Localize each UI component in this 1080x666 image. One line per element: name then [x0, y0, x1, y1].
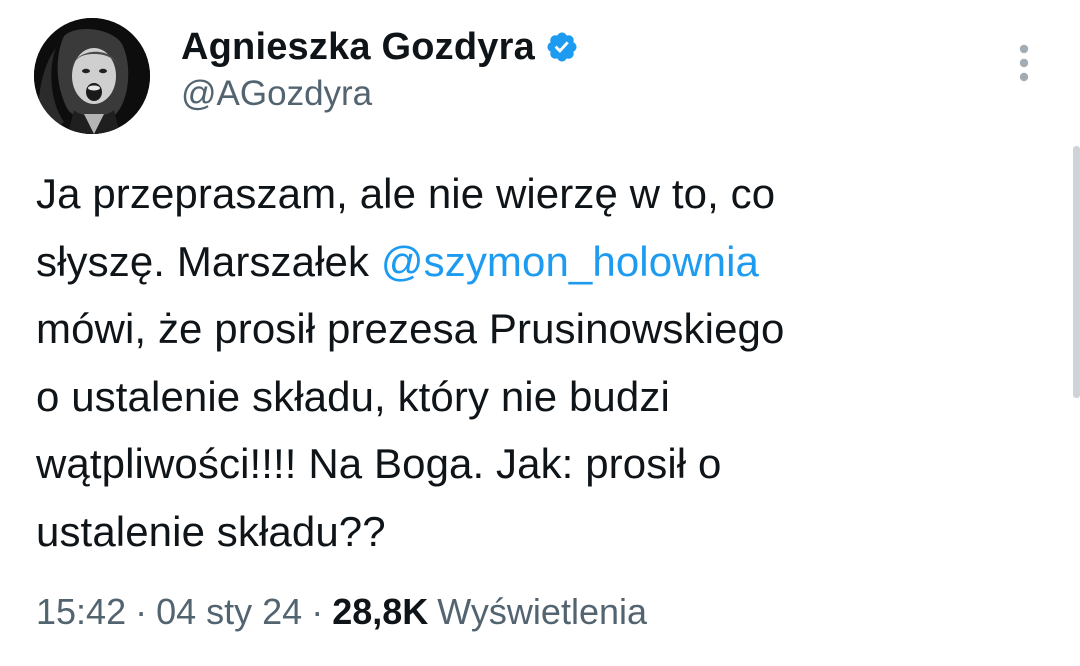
tweet-text-segment: o ustalenie składu, który nie budzi [36, 372, 670, 420]
tweet-text-line: mówi, że prosił prezesa Prusinowskiego [36, 295, 1046, 363]
meta-separator: · [311, 591, 324, 632]
author-display-name[interactable]: Agnieszka Gozdyra [181, 26, 535, 69]
views-label: Wyświetlenia [437, 591, 648, 632]
tweet-meta: 15:42 · 04 sty 24 · 28,8K Wyświetlenia [36, 591, 647, 633]
tweet-text: Ja przepraszam, ale nie wierzę w to, co s… [36, 160, 1046, 565]
tweet-text-segment: ustalenie składu?? [36, 507, 386, 555]
scrollbar[interactable] [1073, 146, 1080, 398]
tweet-time[interactable]: 15:42 [36, 591, 126, 633]
tweet-text-segment: wątpliwości!!!! Na Boga. Jak: prosił o [36, 440, 722, 487]
tweet-text-line: o ustalenie składu, który nie budzi [36, 363, 1046, 431]
tweet-date[interactable]: 04 sty 24 [156, 591, 302, 633]
mention-link[interactable]: @szymon_holownia [381, 238, 759, 285]
tweet-text-segment: Ja przepraszam, ale nie wierzę w to, co [36, 170, 776, 217]
tweet-text-line: wątpliwości!!!! Na Boga. Jak: prosił o [36, 430, 1046, 498]
tweet-card: Agnieszka Gozdyra @AGozdyra Ja przeprasz… [0, 0, 1080, 666]
avatar[interactable] [34, 18, 150, 134]
tweet-text-segment: słyszę. Marszałek [36, 237, 381, 285]
author-handle[interactable]: @AGozdyra [181, 74, 372, 114]
tweet-text-line: Ja przepraszam, ale nie wierzę w to, co [36, 160, 1046, 228]
tweet-text-line: ustalenie składu?? [36, 498, 1046, 566]
tweet-text-segment: mówi, że prosił prezesa Prusinowskiego [36, 305, 785, 352]
tweet-text-line: słyszę. Marszałek @szymon_holownia [36, 228, 1046, 296]
verified-badge-icon [545, 30, 579, 64]
more-options-icon[interactable] [1010, 40, 1038, 86]
author-name-row: Agnieszka Gozdyra [181, 20, 579, 74]
meta-separator: · [135, 591, 148, 632]
avatar-photo [34, 18, 150, 134]
views-count: 28,8K [332, 591, 429, 632]
